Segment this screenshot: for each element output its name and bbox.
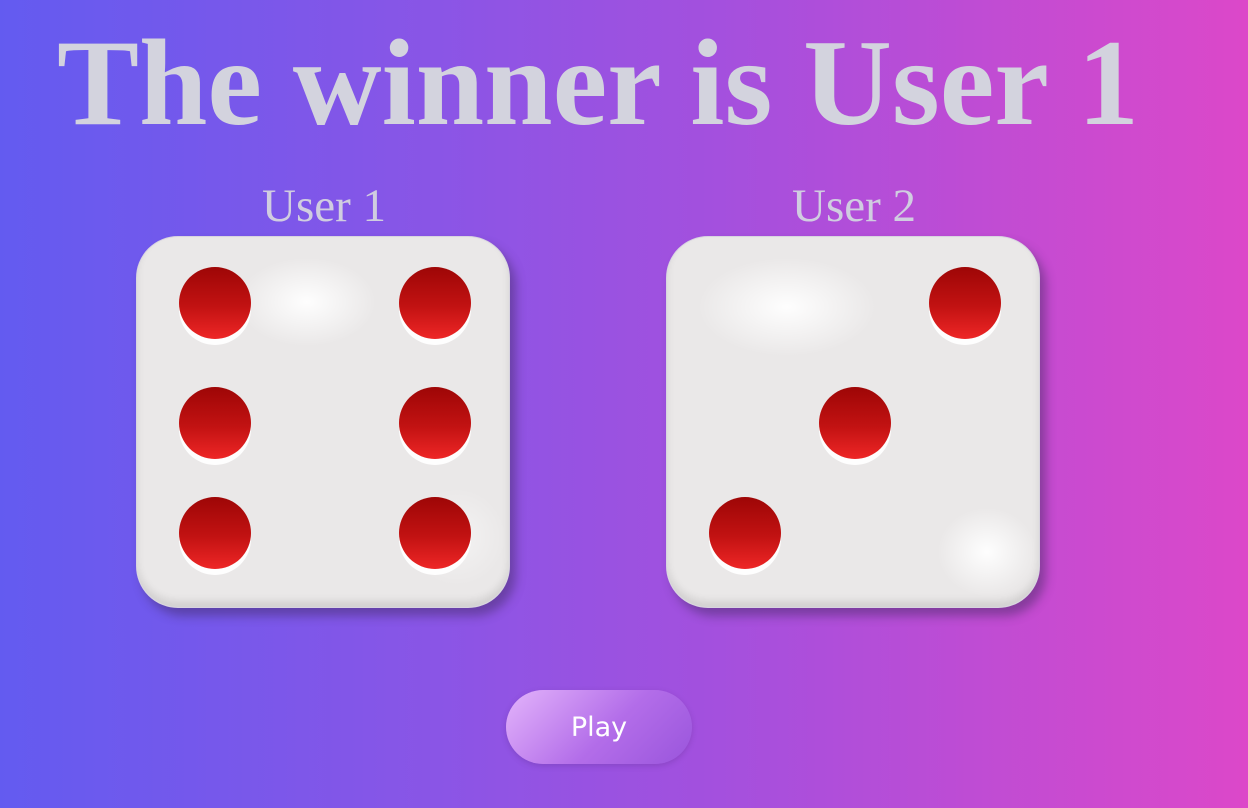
die-pip [819, 387, 891, 459]
play-button[interactable]: Play [506, 690, 692, 764]
die-pip [399, 267, 471, 339]
die-pip [929, 267, 1001, 339]
player-2-die [666, 236, 1040, 608]
die-highlight [937, 507, 1037, 597]
die-pip [399, 497, 471, 569]
die-pip [709, 497, 781, 569]
die-highlight [237, 257, 377, 347]
player-1-die [136, 236, 510, 608]
die-pip [179, 387, 251, 459]
player-2-panel: User 2 [666, 178, 1042, 608]
die-pip [179, 497, 251, 569]
player-1-label: User 1 [262, 180, 386, 232]
winner-title: The winner is User 1 [56, 14, 1139, 151]
player-2-label: User 2 [792, 180, 916, 232]
die-pip [179, 267, 251, 339]
player-1-panel: User 1 [136, 178, 512, 608]
die-highlight [697, 257, 877, 357]
die-pip [399, 387, 471, 459]
